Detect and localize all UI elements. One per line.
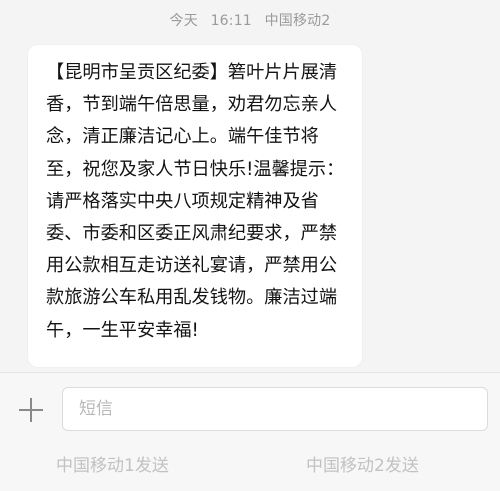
plus-icon [19,398,43,422]
timestamp-day: 今天 [169,13,198,29]
add-attachment-button[interactable] [16,395,46,425]
message-timestamp: 今天 16:11 中国移动2 [0,10,500,30]
send-sim2-button[interactable]: 中国移动2发送 [306,451,419,481]
send-sim1-button[interactable]: 中国移动1发送 [56,451,169,481]
message-thread: 今天 16:11 中国移动2 【昆明市呈贡区纪委】箬叶片片展清香，节到端午倍思量… [0,0,500,372]
timestamp-carrier: 中国移动2 [264,13,331,29]
send-options: 中国移动1发送 中国移动2发送 [0,451,500,481]
incoming-message-bubble[interactable]: 【昆明市呈贡区纪委】箬叶片片展清香，节到端午倍思量，劝君勿忘亲人念，清正廉洁记心… [28,45,362,367]
message-input[interactable] [62,387,488,431]
timestamp-time: 16:11 [210,13,252,29]
message-text: 【昆明市呈贡区纪委】箬叶片片展清香，节到端午倍思量，劝君勿忘亲人念，清正廉洁记心… [46,62,345,341]
composer-bar: 中国移动1发送 中国移动2发送 [0,372,500,491]
